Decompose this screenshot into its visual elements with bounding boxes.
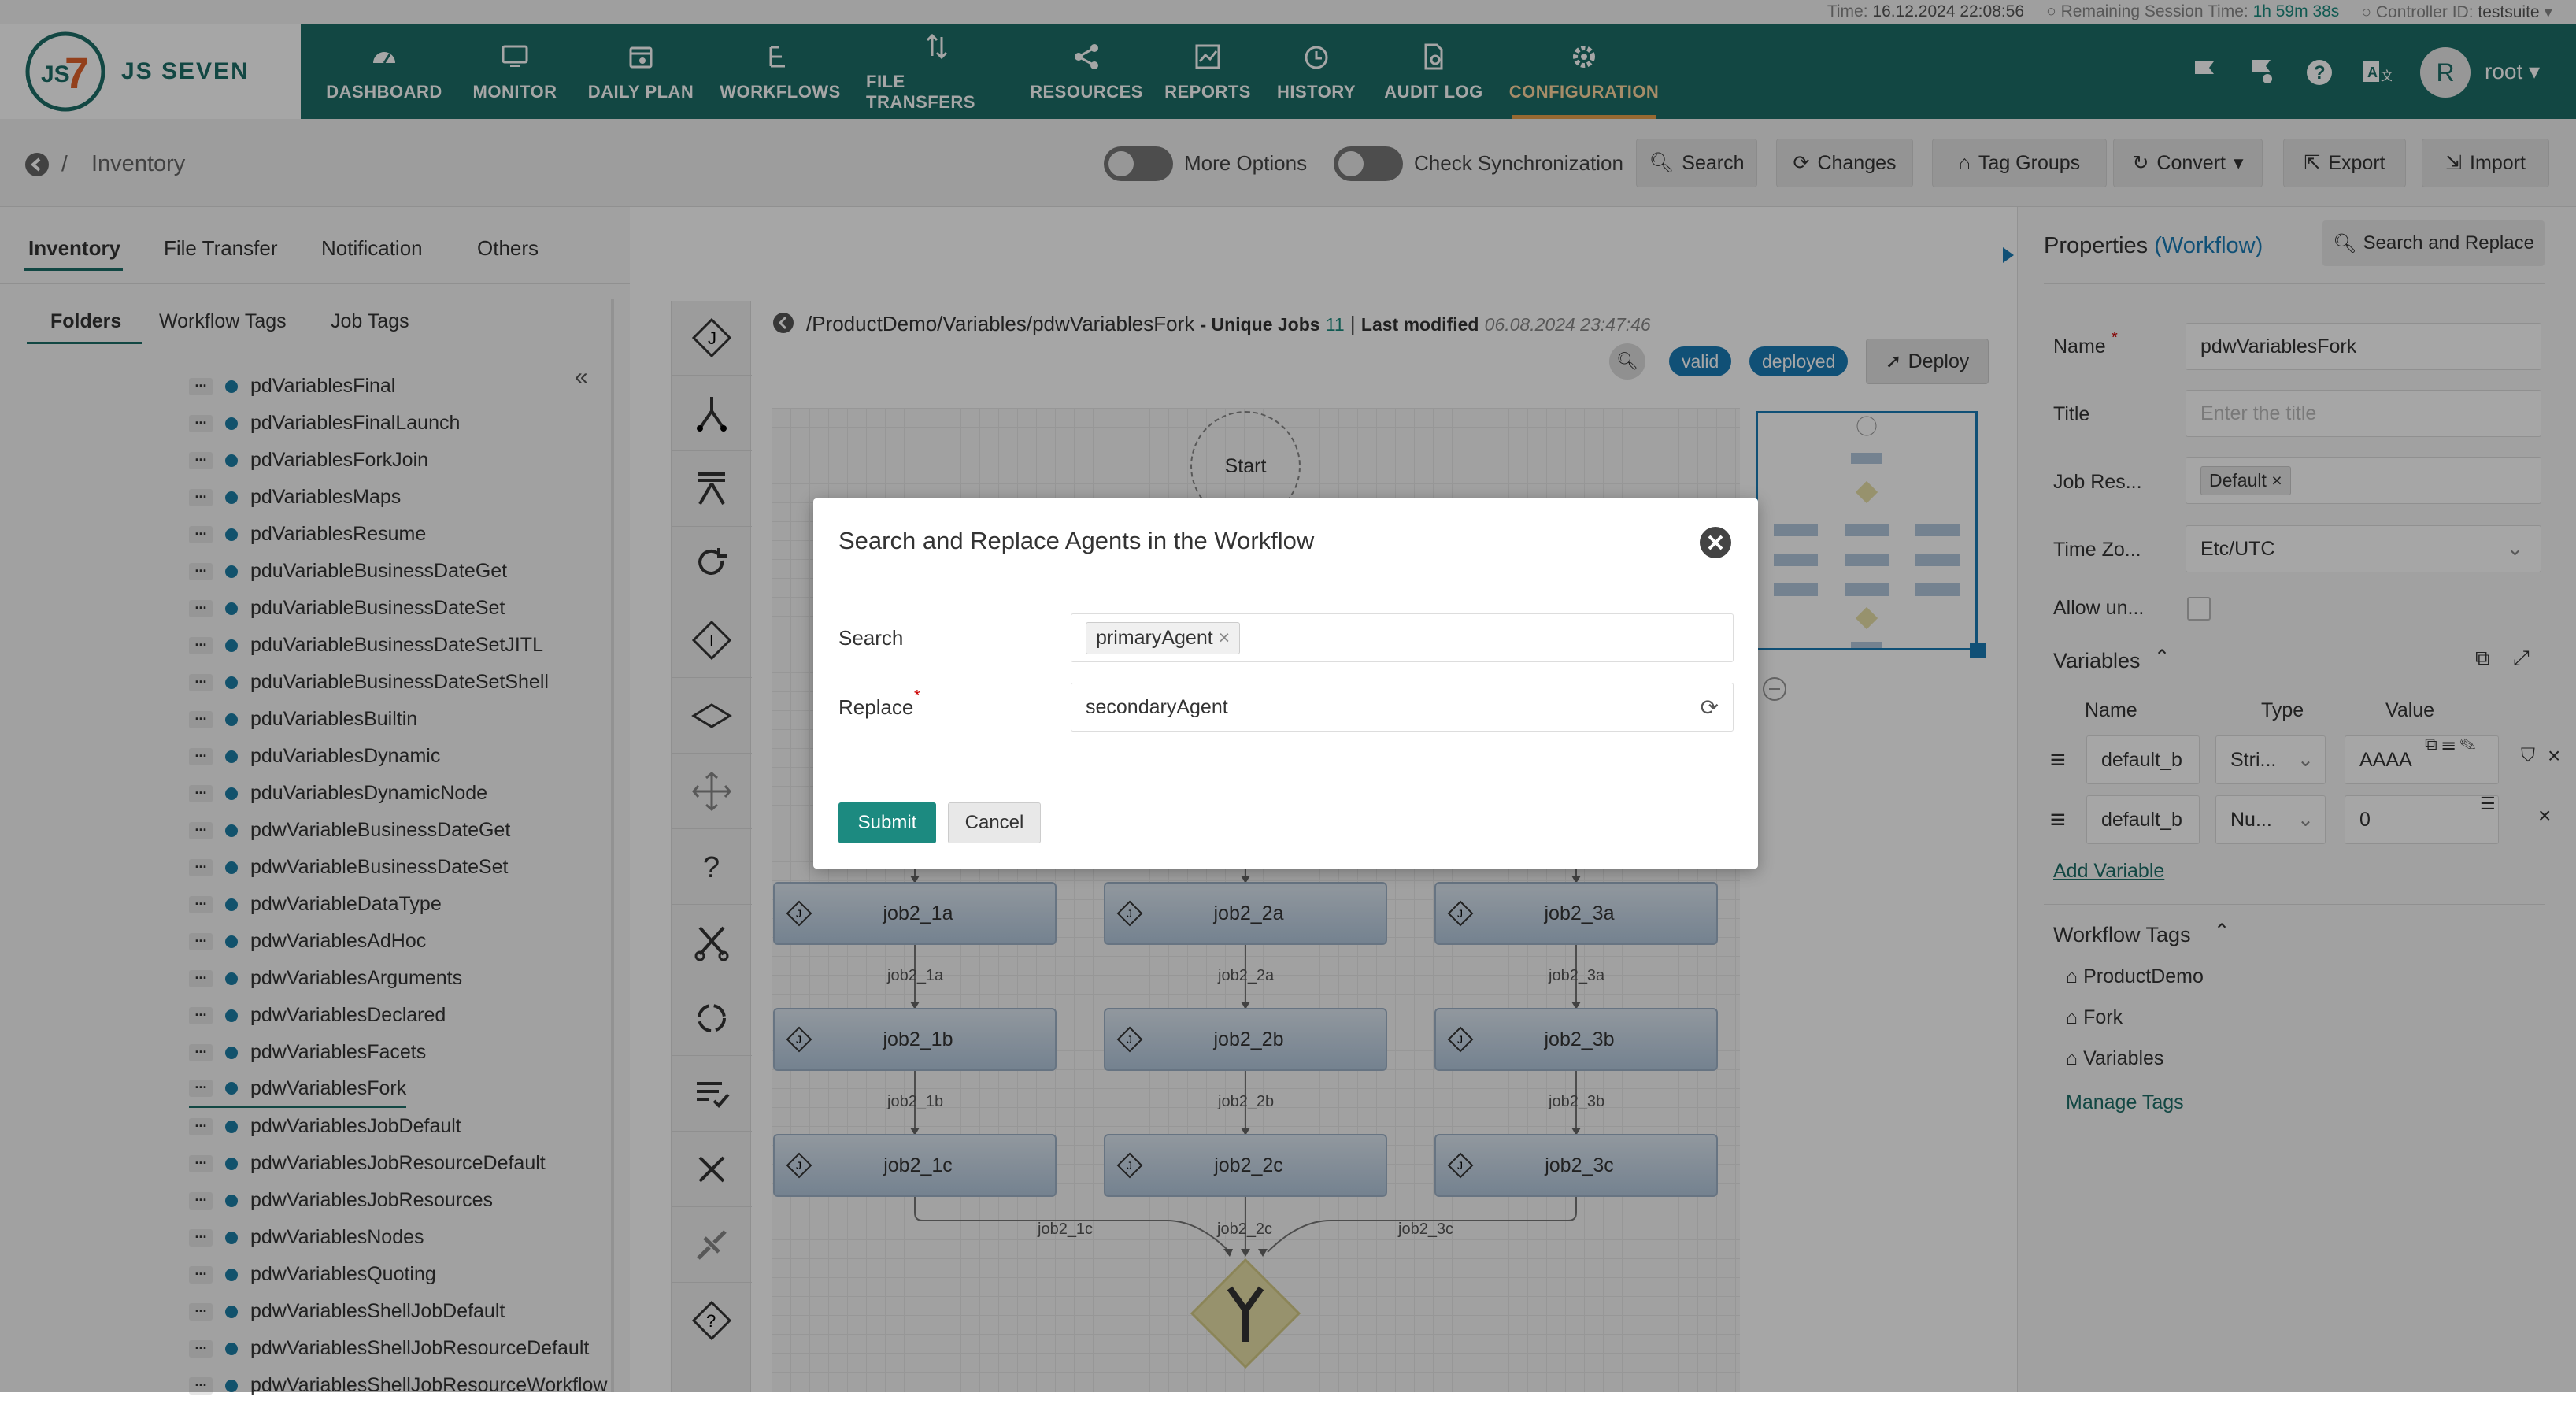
replace-label: Replace: [838, 695, 914, 719]
replace-agent-input[interactable]: secondaryAgent ⟳: [1071, 683, 1734, 732]
refresh-icon[interactable]: ⟳: [1701, 695, 1719, 721]
agent-tag[interactable]: primaryAgent ×: [1086, 621, 1241, 654]
remove-tag-icon[interactable]: ×: [1219, 627, 1231, 649]
search-label: Search: [838, 626, 904, 650]
cancel-button[interactable]: Cancel: [948, 802, 1041, 843]
close-icon[interactable]: [1698, 525, 1733, 560]
search-replace-dialog: Search and Replace Agents in the Workflo…: [813, 498, 1758, 869]
submit-button[interactable]: Submit: [838, 802, 936, 843]
dialog-title: Search and Replace Agents in the Workflo…: [838, 527, 1315, 554]
required-mark: *: [914, 687, 920, 705]
search-agent-input[interactable]: primaryAgent ×: [1071, 613, 1734, 662]
